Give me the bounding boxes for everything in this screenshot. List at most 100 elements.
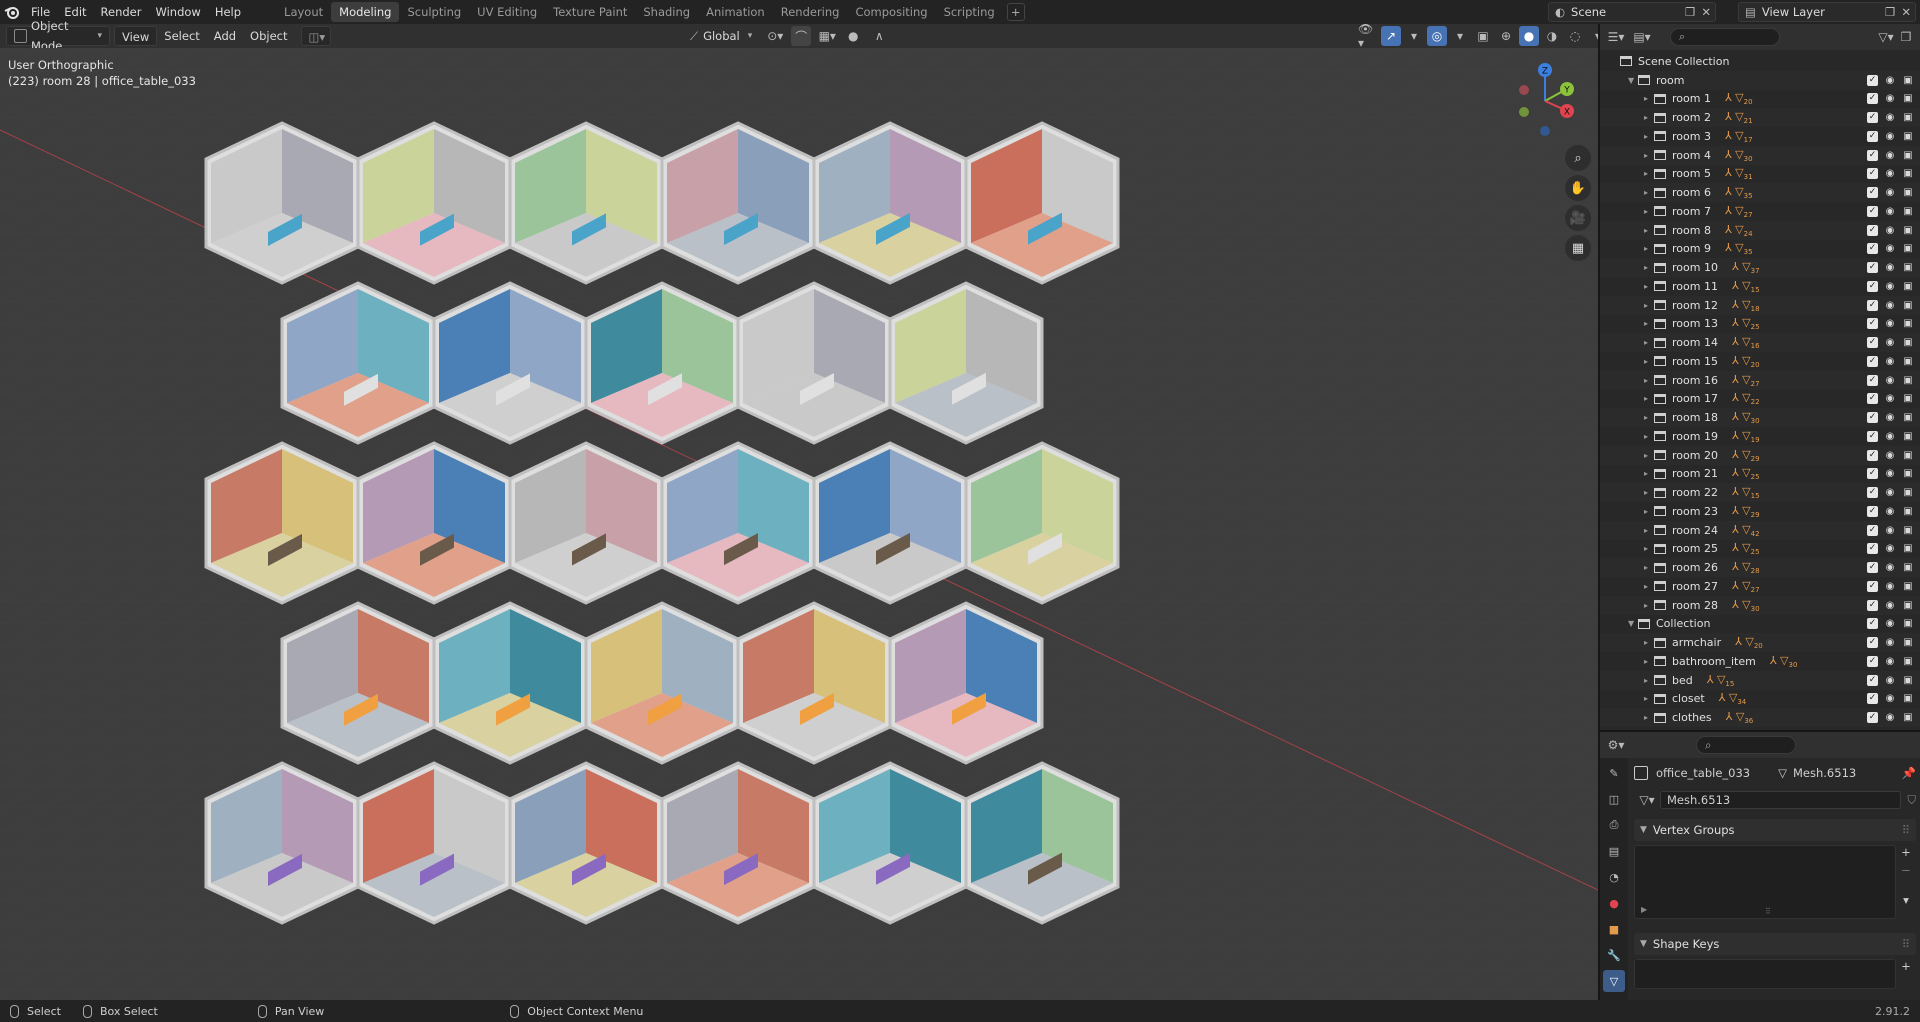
shape-keys-panel-header[interactable]: ▼ Shape Keys ⠿ xyxy=(1634,933,1916,955)
camera-render-icon[interactable]: ▣ xyxy=(1902,675,1914,686)
camera-render-icon[interactable]: ▣ xyxy=(1902,356,1914,367)
menu-help[interactable]: Help xyxy=(208,0,248,24)
view-layer-tab-icon[interactable]: ▤ xyxy=(1603,840,1625,862)
chevron-right-icon[interactable]: ▸ xyxy=(1644,638,1654,647)
outliner-room-row[interactable]: ▸ room 24 ⅄ ▽42 ✓ ◉ ▣ xyxy=(1600,520,1920,540)
outliner-room-row[interactable]: ▸ room 20 ⅄ ▽29 ✓ ◉ ▣ xyxy=(1600,445,1920,465)
camera-render-icon[interactable]: ▣ xyxy=(1902,243,1914,254)
camera-render-icon[interactable]: ▣ xyxy=(1902,600,1914,611)
editor-type-icon[interactable]: ⚙▾ xyxy=(1606,735,1626,755)
snap-target-icon[interactable]: ▦▾ xyxy=(817,26,837,46)
viewport-menu-view[interactable]: View xyxy=(114,26,158,46)
outliner-room-row[interactable]: ▸ room 12 ⅄ ▽18 ✓ ◉ ▣ xyxy=(1600,295,1920,315)
eye-icon[interactable]: ◉ xyxy=(1884,506,1896,517)
eye-icon[interactable]: ◉ xyxy=(1884,600,1896,611)
chevron-right-icon[interactable]: ▸ xyxy=(1644,413,1654,422)
menu-window[interactable]: Window xyxy=(148,0,207,24)
copy-layer-icon[interactable]: ❐ xyxy=(1885,5,1895,19)
exclude-checkbox[interactable]: ✓ xyxy=(1867,187,1878,199)
tab-modeling[interactable]: Modeling xyxy=(331,2,400,22)
camera-render-icon[interactable]: ▣ xyxy=(1902,637,1914,648)
chevron-right-icon[interactable]: ▸ xyxy=(1644,394,1654,403)
eye-icon[interactable]: ◉ xyxy=(1884,562,1896,573)
chevron-right-icon[interactable]: ▸ xyxy=(1644,151,1654,160)
chevron-right-icon[interactable]: ▸ xyxy=(1644,469,1654,478)
camera-render-icon[interactable]: ▣ xyxy=(1902,562,1914,573)
outliner-room-row[interactable]: ▸ room 14 ⅄ ▽16 ✓ ◉ ▣ xyxy=(1600,333,1920,352)
outliner-collection-item-row[interactable]: ▸ bathroom_item ⅄ ▽30 ✓ ◉ ▣ xyxy=(1600,652,1920,671)
camera-render-icon[interactable]: ▣ xyxy=(1902,450,1914,461)
eye-icon[interactable]: ◉ xyxy=(1884,337,1896,348)
eye-icon[interactable]: ◉ xyxy=(1884,581,1896,592)
pin-icon[interactable]: 📌 xyxy=(1902,766,1916,780)
mesh-data-tab-icon[interactable]: ▽ xyxy=(1603,970,1625,992)
exclude-checkbox[interactable]: ✓ xyxy=(1867,74,1878,86)
drag-handle-icon[interactable]: ⠿ xyxy=(1902,937,1910,951)
display-mode-icon[interactable]: ▤▾ xyxy=(1632,27,1652,47)
collection-row-room[interactable]: ▼ room ✓ ◉ ▣ xyxy=(1600,70,1920,90)
eye-icon[interactable]: ◉ xyxy=(1884,656,1896,667)
outliner-room-row[interactable]: ▸ room 9 ⅄ ▽35 ✓ ◉ ▣ xyxy=(1600,240,1920,259)
material-shading-icon[interactable]: ◑ xyxy=(1542,26,1562,46)
chevron-right-icon[interactable]: ▸ xyxy=(1644,226,1654,235)
outliner-room-row[interactable]: ▸ room 27 ⅄ ▽27 ✓ ◉ ▣ xyxy=(1600,577,1920,596)
eye-icon[interactable]: ◉ xyxy=(1884,93,1896,104)
outliner-collection-item-row[interactable]: ▸ clothes ⅄ ▽36 ✓ ◉ ▣ xyxy=(1600,708,1920,727)
tab-sculpting[interactable]: Sculpting xyxy=(399,2,469,22)
eye-icon[interactable]: ◉ xyxy=(1884,225,1896,236)
eye-icon[interactable]: ◉ xyxy=(1884,281,1896,292)
close-layer-icon[interactable]: ✕ xyxy=(1901,5,1911,19)
rendered-shading-icon[interactable]: ◌ xyxy=(1565,26,1585,46)
outliner-room-row[interactable]: ▸ room 25 ⅄ ▽25 ✓ ◉ ▣ xyxy=(1600,540,1920,559)
camera-render-icon[interactable]: ▣ xyxy=(1902,693,1914,704)
chevron-right-icon[interactable]: ▸ xyxy=(1644,582,1654,591)
eye-icon[interactable]: ◉ xyxy=(1884,450,1896,461)
blender-logo-icon[interactable] xyxy=(0,0,24,24)
overlay-dropdown-icon[interactable]: ▾ xyxy=(1450,26,1470,46)
chevron-right-icon[interactable]: ▸ xyxy=(1644,713,1654,722)
tab-compositing[interactable]: Compositing xyxy=(847,2,935,22)
scene-tab-icon[interactable]: ◔ xyxy=(1603,866,1625,888)
eye-icon[interactable]: ◉ xyxy=(1884,431,1896,442)
eye-icon[interactable]: ◉ xyxy=(1884,525,1896,536)
navigation-gizmo[interactable]: Z Y X xyxy=(1500,56,1590,146)
shape-keys-list[interactable] xyxy=(1634,959,1896,989)
eye-icon[interactable]: ◉ xyxy=(1884,675,1896,686)
exclude-checkbox[interactable]: ✓ xyxy=(1867,355,1878,367)
exclude-checkbox[interactable]: ✓ xyxy=(1867,524,1878,536)
eye-icon[interactable]: ◉ xyxy=(1884,112,1896,123)
camera-render-icon[interactable]: ▣ xyxy=(1902,262,1914,273)
eye-icon[interactable]: ◉ xyxy=(1884,75,1896,86)
chevron-right-icon[interactable]: ▸ xyxy=(1644,319,1654,328)
outliner-room-row[interactable]: ▸ room 15 ⅄ ▽20 ✓ ◉ ▣ xyxy=(1600,352,1920,371)
camera-render-icon[interactable]: ▣ xyxy=(1902,112,1914,123)
add-icon[interactable]: + xyxy=(1901,845,1911,859)
chevron-right-icon[interactable]: ▸ xyxy=(1644,113,1654,122)
eye-icon[interactable]: ◉ xyxy=(1884,712,1896,723)
chevron-right-icon[interactable]: ▸ xyxy=(1644,301,1654,310)
drag-handle-icon[interactable]: ⠿ xyxy=(1902,823,1910,837)
chevron-right-icon[interactable]: ▸ xyxy=(1644,263,1654,272)
chevron-right-icon[interactable]: ▸ xyxy=(1644,544,1654,553)
mesh-datablock-field[interactable]: Mesh.6513 xyxy=(1660,791,1902,809)
falloff-icon[interactable]: ∧ xyxy=(869,26,889,46)
exclude-checkbox[interactable]: ✓ xyxy=(1867,93,1878,105)
visibility-icon[interactable]: 👁▾ xyxy=(1358,22,1378,50)
eye-icon[interactable]: ◉ xyxy=(1884,356,1896,367)
eye-icon[interactable]: ◉ xyxy=(1884,318,1896,329)
outliner-room-row[interactable]: ▸ room 10 ⅄ ▽37 ✓ ◉ ▣ xyxy=(1600,258,1920,277)
add-workspace-button[interactable]: + xyxy=(1006,3,1025,21)
exclude-checkbox[interactable]: ✓ xyxy=(1867,262,1878,274)
exclude-checkbox[interactable]: ✓ xyxy=(1867,205,1878,217)
new-collection-icon[interactable]: ❐ xyxy=(1896,27,1916,47)
tab-texture-paint[interactable]: Texture Paint xyxy=(545,2,635,22)
outliner-room-row[interactable]: ▸ room 22 ⅄ ▽15 ✓ ◉ ▣ xyxy=(1600,483,1920,502)
outliner-room-row[interactable]: ▸ room 4 ⅄ ▽30 ✓ ◉ ▣ xyxy=(1600,145,1920,165)
exclude-checkbox[interactable]: ✓ xyxy=(1867,318,1878,330)
exclude-checkbox[interactable]: ✓ xyxy=(1867,655,1878,667)
chevron-right-icon[interactable]: ▸ xyxy=(1644,676,1654,685)
camera-render-icon[interactable]: ▣ xyxy=(1902,75,1914,86)
outliner-room-row[interactable]: ▸ room 18 ⅄ ▽30 ✓ ◉ ▣ xyxy=(1600,408,1920,427)
exclude-checkbox[interactable]: ✓ xyxy=(1867,543,1878,555)
chevron-right-icon[interactable]: ▸ xyxy=(1644,657,1654,666)
